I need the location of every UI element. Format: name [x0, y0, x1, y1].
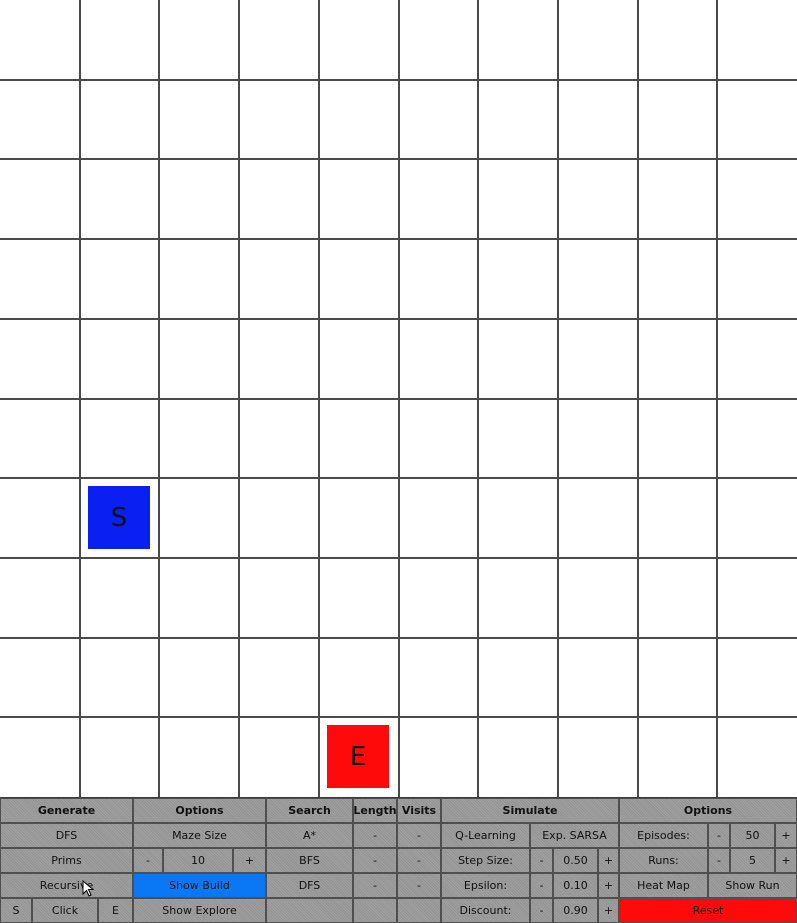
heat-map-toggle[interactable]: Heat Map: [619, 873, 708, 898]
search-dfs-button[interactable]: DFS: [266, 873, 353, 898]
bfs-length-value: -: [353, 848, 397, 873]
generate-recursive-button[interactable]: Recursive: [0, 873, 133, 898]
epsilon-label: Epsilon:: [441, 873, 530, 898]
generate-prims-button[interactable]: Prims: [0, 848, 133, 873]
options-header: Options: [133, 798, 266, 823]
grid-line-horizontal: [0, 238, 797, 240]
episodes-decrement-button[interactable]: -: [708, 823, 730, 848]
end-cell-marker[interactable]: E: [326, 725, 390, 788]
simulate-header: Simulate: [441, 798, 619, 823]
generate-header: Generate: [0, 798, 133, 823]
maze-size-value: 10: [163, 848, 233, 873]
astar-length-value: -: [353, 823, 397, 848]
show-explore-toggle[interactable]: Show Explore: [133, 898, 266, 923]
start-marker-label: S: [110, 502, 128, 533]
grid-line-horizontal: [0, 158, 797, 160]
click-mode-button[interactable]: Click: [32, 898, 98, 923]
maze-grid[interactable]: S E: [0, 0, 797, 797]
search-astar-button[interactable]: A*: [266, 823, 353, 848]
step-size-decrement-button[interactable]: -: [530, 848, 553, 873]
search-empty-cell: [266, 898, 353, 923]
q-learning-button[interactable]: Q-Learning: [441, 823, 530, 848]
grid-line-horizontal: [0, 716, 797, 718]
end-marker-label: E: [349, 741, 367, 772]
grid-line-horizontal: [0, 318, 797, 320]
search-bfs-button[interactable]: BFS: [266, 848, 353, 873]
epsilon-decrement-button[interactable]: -: [530, 873, 553, 898]
grid-line-horizontal: [0, 637, 797, 639]
show-build-toggle[interactable]: Show Build: [133, 873, 266, 898]
episodes-label: Episodes:: [619, 823, 708, 848]
runs-decrement-button[interactable]: -: [708, 848, 730, 873]
visits-header: Visits: [397, 798, 441, 823]
length-empty-cell: [353, 898, 397, 923]
discount-decrement-button[interactable]: -: [530, 898, 553, 923]
runs-label: Runs:: [619, 848, 708, 873]
astar-visits-value: -: [397, 823, 441, 848]
discount-value: 0.90: [553, 898, 598, 923]
show-run-toggle[interactable]: Show Run: [708, 873, 797, 898]
runs-increment-button[interactable]: +: [775, 848, 797, 873]
maze-size-decrement-button[interactable]: -: [133, 848, 163, 873]
set-end-button[interactable]: E: [98, 898, 133, 923]
control-panel: Generate Options Search Length Visits Si…: [0, 797, 797, 923]
grid-line-horizontal: [0, 79, 797, 81]
discount-increment-button[interactable]: +: [598, 898, 619, 923]
episodes-value: 50: [730, 823, 775, 848]
grid-line-horizontal: [0, 557, 797, 559]
mouse-cursor-icon: [82, 880, 95, 897]
step-size-value: 0.50: [553, 848, 598, 873]
maze-size-increment-button[interactable]: +: [233, 848, 266, 873]
dfs-visits-value: -: [397, 873, 441, 898]
start-cell-marker[interactable]: S: [87, 486, 151, 549]
epsilon-increment-button[interactable]: +: [598, 873, 619, 898]
discount-label: Discount:: [441, 898, 530, 923]
reset-button[interactable]: Reset: [619, 898, 797, 923]
maze-size-label: Maze Size: [133, 823, 266, 848]
generate-dfs-button[interactable]: DFS: [0, 823, 133, 848]
bfs-visits-value: -: [397, 848, 441, 873]
step-size-label: Step Size:: [441, 848, 530, 873]
exp-sarsa-button[interactable]: Exp. SARSA: [530, 823, 619, 848]
grid-line-horizontal: [0, 477, 797, 479]
visits-empty-cell: [397, 898, 441, 923]
epsilon-value: 0.10: [553, 873, 598, 898]
step-size-increment-button[interactable]: +: [598, 848, 619, 873]
grid-line-horizontal: [0, 398, 797, 400]
runs-value: 5: [730, 848, 775, 873]
length-header: Length: [353, 798, 397, 823]
set-start-button[interactable]: S: [0, 898, 32, 923]
dfs-length-value: -: [353, 873, 397, 898]
episodes-increment-button[interactable]: +: [775, 823, 797, 848]
search-header: Search: [266, 798, 353, 823]
options2-header: Options: [619, 798, 797, 823]
